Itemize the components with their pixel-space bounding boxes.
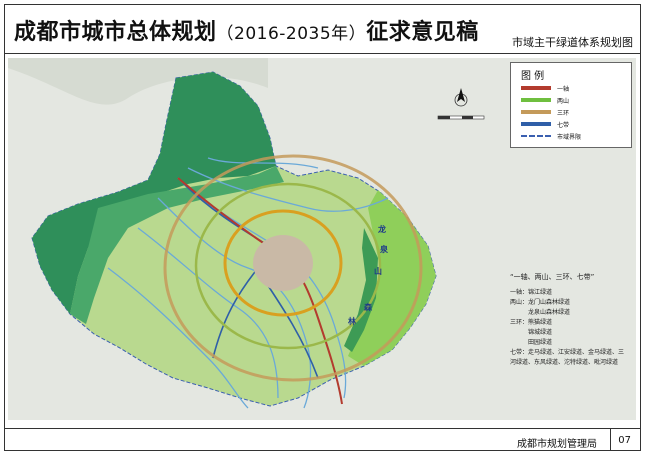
notes-line: 锦城绿道 (510, 329, 553, 336)
organization-name: 成都市规划管理局 (517, 439, 597, 450)
legend-item-mountains: 两山 (521, 95, 569, 105)
legend-swatch-axis (521, 86, 551, 90)
notes-line: 一轴：锦江绿道 (510, 289, 553, 296)
header: 成都市城市总体规划（2016-2035年）征求意见稿 市域主干绿道体系规划图 (4, 4, 641, 54)
footer: 成都市规划管理局 07 (4, 428, 641, 451)
legend-label: 三环 (557, 109, 570, 117)
legend-label: 市域界限 (557, 133, 582, 141)
notes-heading: “一轴、两山、三环、七带” (510, 273, 595, 281)
map-label-longquan-2: 泉 (380, 245, 388, 254)
notes-line: 河绿道、东风绿道、沱特绿道、毗河绿道 (510, 359, 619, 366)
legend-item-belts: 七带 (521, 119, 569, 129)
legend-label: 一轴 (557, 85, 570, 93)
legend-item-rings: 三环 (521, 107, 569, 117)
notes-line: 龙泉山森林绿道 (510, 309, 571, 316)
scale-bar (437, 115, 485, 120)
page-title: 成都市城市总体规划（2016-2035年）征求意见稿 (14, 14, 479, 46)
legend-label: 七带 (557, 121, 570, 129)
legend-swatch-rings (521, 110, 551, 114)
title-years: （2016-2035年） (216, 24, 367, 44)
notes-line: 两山：龙门山森林绿道 (510, 299, 571, 306)
legend-title: 图 例 (521, 71, 545, 82)
notes-line: 田园绿道 (510, 339, 553, 346)
notes-line: 三环：熊猫绿道 (510, 319, 553, 326)
title-suffix: 征求意见稿 (366, 20, 479, 45)
map-label-longquan-4: 森 (364, 303, 372, 312)
title-main: 成都市城市总体规划 (14, 20, 217, 45)
map-label-longquan-3: 山 (374, 267, 382, 276)
legend-swatch-boundary (521, 135, 551, 137)
notes-line: 七带：走马绿道、江安绿道、金马绿道、三 (510, 349, 625, 356)
legend-item-axis: 一轴 (521, 83, 569, 93)
legend-swatch-belts (521, 122, 551, 126)
map-legend: 图 例 一轴 两山 三环 七带 市域界限 (510, 62, 632, 148)
city-core (253, 235, 313, 291)
legend-swatch-mountains (521, 98, 551, 102)
greenway-notes: “一轴、两山、三环、七带” 一轴：锦江绿道 两山：龙门山森林绿道 龙泉山森林绿道… (510, 272, 636, 368)
map-subtitle: 市域主干绿道体系规划图 (512, 36, 633, 49)
legend-label: 两山 (557, 97, 570, 105)
legend-item-boundary: 市域界限 (521, 131, 581, 141)
footer-divider (610, 429, 611, 451)
map-label-longquan-1: 龙 (378, 225, 386, 234)
map-label-longquan-5: 林 (348, 317, 356, 326)
page-number: 07 (618, 435, 631, 446)
